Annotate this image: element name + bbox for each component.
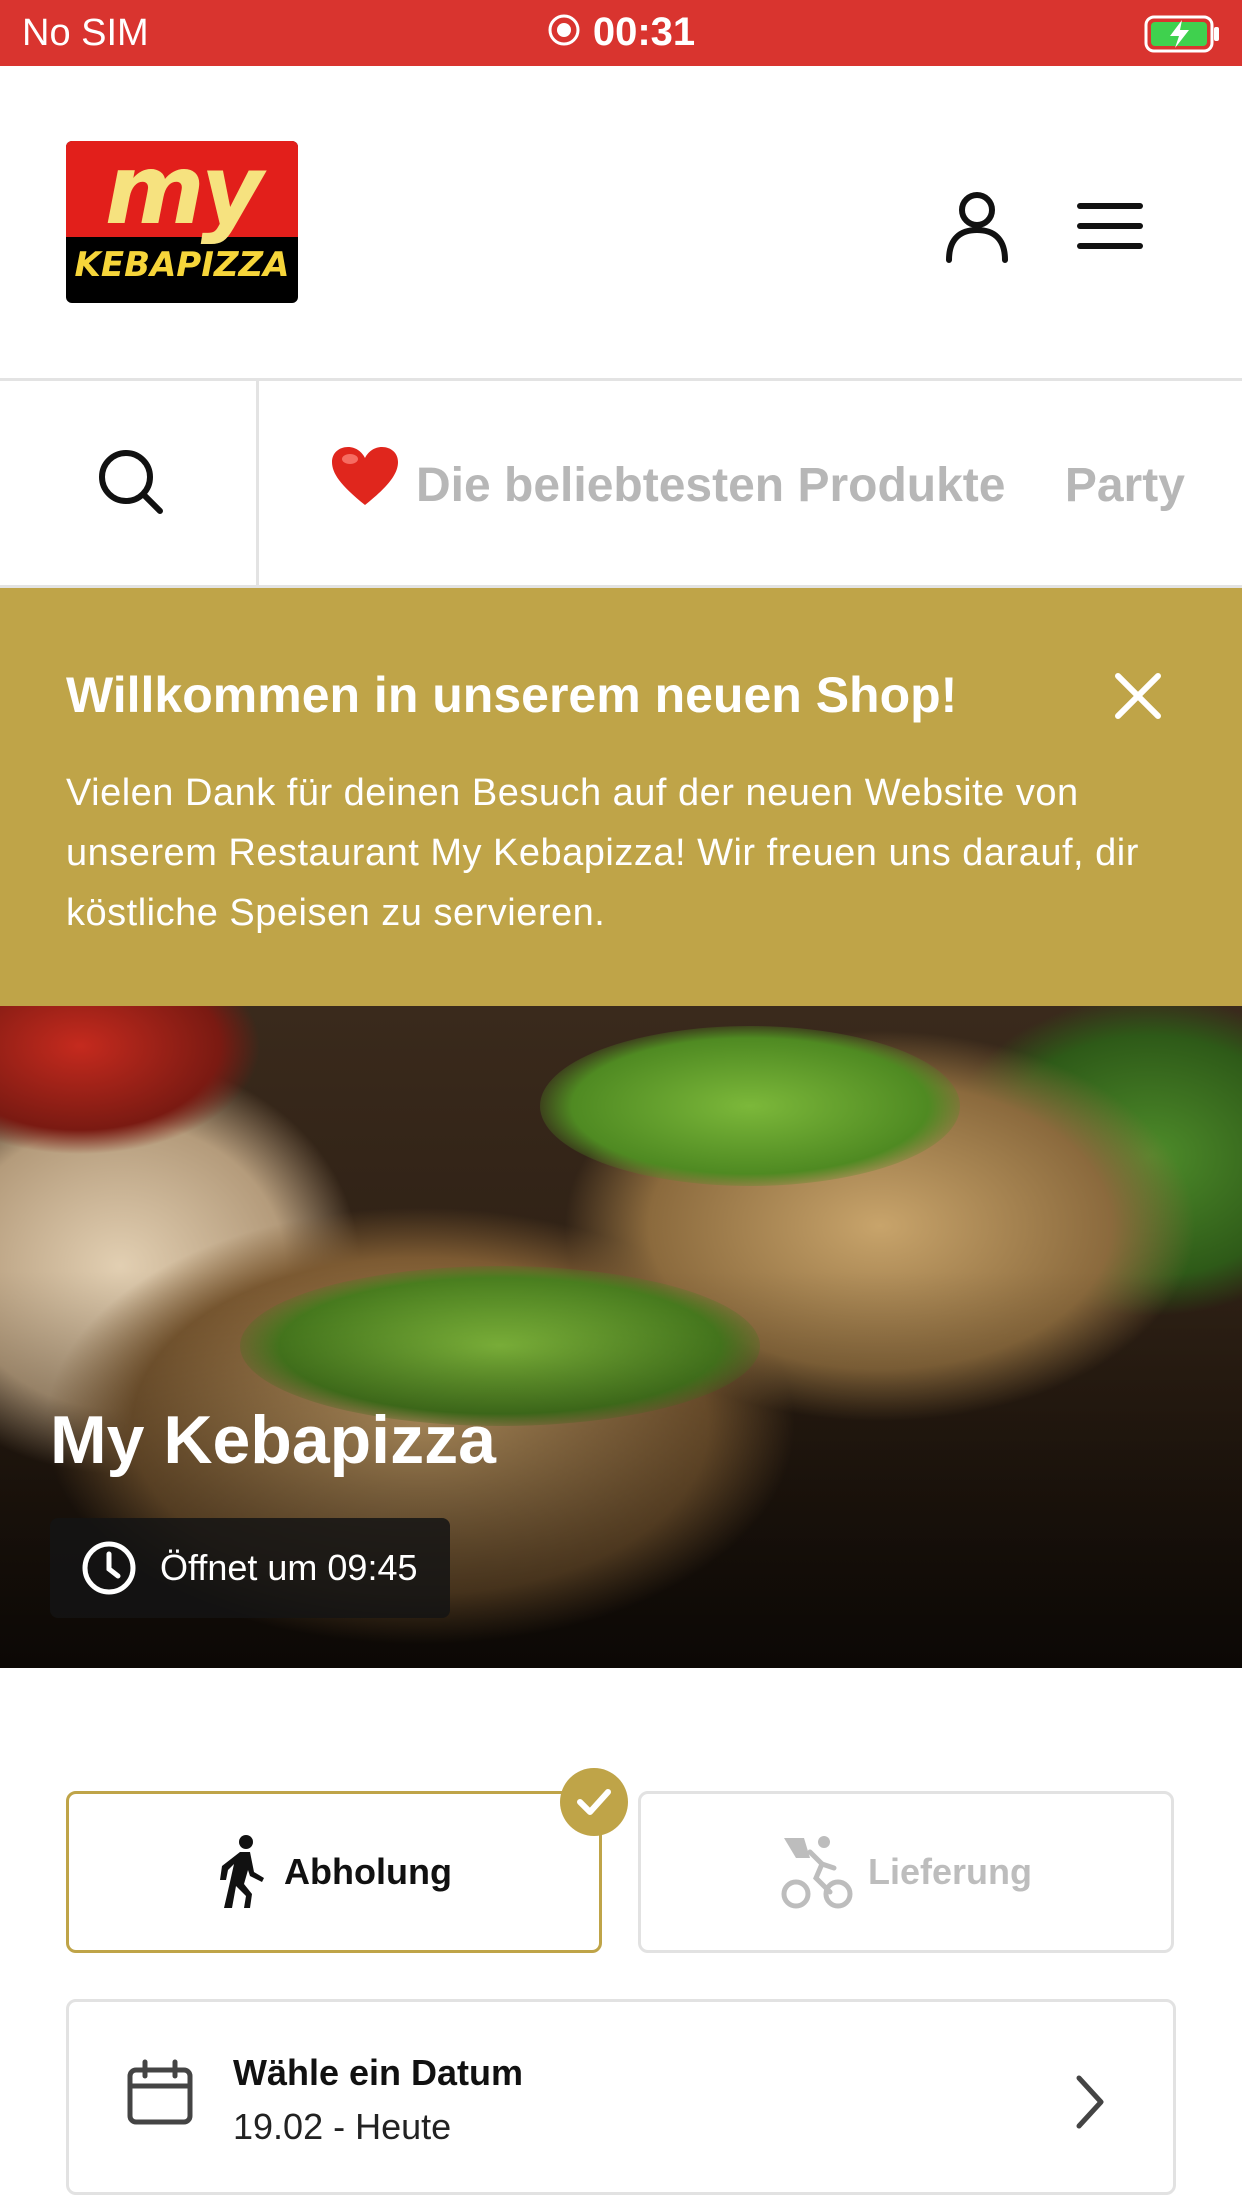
check-icon — [560, 1768, 628, 1836]
pickup-label: Abholung — [284, 1851, 452, 1892]
tab-popular-products[interactable]: Die beliebtesten Produkte — [330, 445, 1005, 519]
restaurant-name: My Kebapizza — [50, 1402, 496, 1478]
hero-image: My Kebapizza Öffnet um 09:45 — [0, 1006, 1242, 1668]
status-bar: No SIM 00:31 — [0, 0, 1242, 66]
search-icon — [99, 450, 163, 514]
date-picker-value: 19.02 - Heute — [233, 2106, 452, 2147]
status-time-group: 00:31 — [0, 10, 1242, 57]
category-nav: Die beliebtesten Produkte Party — [0, 381, 1242, 588]
screen-record-icon — [547, 12, 581, 57]
welcome-text: Vielen Dank für deinen Besuch auf der ne… — [66, 772, 1139, 934]
tab-label-popular: Die beliebtesten Produkte — [416, 459, 1006, 512]
heart-icon — [330, 445, 400, 519]
delivery-label: Lieferung — [867, 1851, 1032, 1892]
welcome-banner: Willkommen in unserem neuen Shop! Vielen… — [0, 588, 1242, 1006]
hamburger-menu-icon[interactable] — [1070, 186, 1150, 266]
status-time: 00:31 — [592, 10, 696, 54]
battery-charging-icon — [1144, 14, 1222, 59]
logo-text-my: my — [104, 141, 264, 246]
opening-time-badge: Öffnet um 09:45 — [50, 1518, 450, 1618]
welcome-title: Willkommen in unserem neuen Shop! — [66, 667, 958, 723]
calendar-icon — [127, 2059, 193, 2125]
date-picker-label: Wähle ein Datum — [233, 2052, 524, 2093]
logo-text-kebapizza: KEBAPIZZA — [74, 245, 290, 285]
opening-time-text: Öffnet um 09:45 — [160, 1547, 418, 1588]
clock-icon — [82, 1541, 136, 1595]
user-icon[interactable] — [937, 186, 1017, 266]
category-tabs: Die beliebtesten Produkte Party — [330, 445, 1231, 519]
search-button[interactable] — [0, 381, 259, 585]
date-picker[interactable]: Wähle ein Datum 19.02 - Heute — [66, 1999, 1176, 2195]
pickup-option[interactable]: Abholung — [66, 1791, 602, 1953]
tab-party[interactable]: Party — [1065, 458, 1185, 513]
chevron-right-icon — [1076, 2075, 1104, 2129]
tab-label-party: Party — [1064, 459, 1185, 512]
app-header: my KEBAPIZZA — [0, 66, 1242, 381]
delivery-option[interactable]: Lieferung — [638, 1791, 1174, 1953]
walking-icon — [220, 1835, 265, 1908]
close-icon[interactable] — [1110, 668, 1166, 724]
bicycle-icon — [781, 1836, 853, 1909]
brand-logo[interactable]: my KEBAPIZZA — [66, 141, 298, 303]
